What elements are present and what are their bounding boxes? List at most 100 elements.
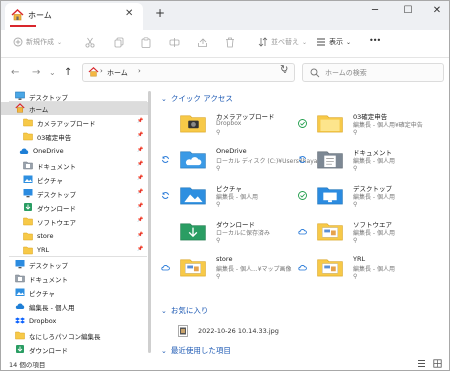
sidebar-item[interactable]: ホーム	[1, 102, 149, 115]
quick-access-item[interactable]: store 編集長 - 個人...¥マップ画像 ⚲	[161, 253, 301, 281]
sidebar-item[interactable]: OneDrive 📌	[1, 145, 149, 158]
pictures-folder-icon	[15, 288, 25, 296]
cut-icon[interactable]	[85, 37, 95, 48]
quick-access-item[interactable]: ダウンロード ローカルに保存済み ⚲	[161, 217, 301, 245]
tiles-view-icon[interactable]	[433, 359, 442, 368]
sidebar-item-label: ソフトウエア	[37, 219, 76, 227]
quick-access-item[interactable]: ソフトウエア 編集長 - 個人用 ⚲	[298, 217, 438, 245]
pin-icon: 📌	[137, 189, 144, 195]
quick-access-header[interactable]: ⌄ クイック アクセス	[161, 93, 233, 104]
quick-access-item[interactable]: ピクチャ 編集長 - 個人用 ⚲	[161, 181, 301, 209]
maximize-button[interactable]: ☐	[397, 5, 419, 16]
copy-icon[interactable]	[114, 37, 124, 48]
quick-access-location: 編集長 - 個人用	[353, 266, 395, 273]
sidebar-item[interactable]: デスクトップ	[1, 258, 149, 271]
rename-icon[interactable]	[169, 37, 180, 48]
recent-locations-chevron-icon[interactable]: ⌄	[49, 68, 56, 77]
thumb-folder-icon	[180, 259, 206, 277]
address-path[interactable]: ホーム	[107, 68, 128, 78]
sidebar-item[interactable]: ドキュメント 📌	[1, 159, 149, 172]
pin-icon: ⚲	[216, 201, 221, 208]
more-options-button[interactable]: •••	[369, 36, 381, 45]
quick-access-location: ローカルに保存済み	[216, 230, 271, 237]
quick-access-item[interactable]: ドキュメント 編集長 - 個人用 ⚲	[298, 145, 438, 173]
back-arrow-icon[interactable]: ←	[11, 67, 19, 78]
cloud-status-icon	[161, 265, 170, 271]
sidebar-item[interactable]: 03確定申告 📌	[1, 130, 149, 143]
download-folder-icon	[16, 345, 24, 353]
delete-icon[interactable]	[225, 37, 235, 48]
sidebar-item[interactable]: ソフトウエア 📌	[1, 215, 149, 228]
favorite-file-name: 2022-10-26 10.14.33.jpg	[198, 327, 279, 335]
pin-icon: ⚲	[216, 165, 221, 172]
quick-access-item[interactable]: YRL 編集長 - 個人用 ⚲	[298, 253, 438, 281]
paste-icon[interactable]	[141, 37, 151, 48]
tab-title: ホーム	[28, 11, 52, 20]
chevron-down-icon: ⌄	[302, 38, 308, 46]
pin-icon: 📌	[137, 118, 144, 124]
thumb-folder-icon	[317, 259, 343, 277]
sidebar-item-label: ドキュメント	[29, 276, 68, 284]
favorites-header[interactable]: ⌄ お気に入り	[161, 305, 208, 316]
content-pane: ⌄ クイック アクセス カメラアップロード Dropbox ⚲ 03確定申告 編集長 -…	[154, 87, 449, 355]
pin-icon: ⚲	[353, 237, 358, 244]
sidebar-item[interactable]: デスクトップ 📌	[1, 187, 149, 200]
sidebar-scrollbar[interactable]	[148, 91, 151, 353]
sidebar-item[interactable]: ピクチャ	[1, 286, 149, 299]
close-window-button[interactable]: ✕	[426, 5, 448, 16]
cloud-status-icon	[298, 265, 307, 271]
chevron-down-icon: ⌄	[161, 306, 167, 315]
sidebar-item-label: カメラアップロード	[37, 120, 96, 128]
address-bar[interactable]: › ホーム › ⌄	[82, 63, 295, 82]
share-icon[interactable]	[197, 37, 208, 48]
search-box[interactable]: ホームの検索	[302, 63, 444, 82]
chevron-down-icon: ⌄	[346, 38, 352, 46]
view-button[interactable]: 表示 ⌄	[316, 37, 351, 47]
breadcrumb-separator-icon[interactable]: ›	[138, 67, 141, 75]
desktop-folder-icon	[23, 189, 33, 198]
pictures-folder-icon	[23, 175, 33, 183]
new-button-label: 新規作成	[26, 38, 54, 46]
document-folder-icon	[15, 274, 25, 283]
home-icon	[15, 103, 25, 113]
sync-status-icon	[162, 156, 169, 163]
pin-icon: ⚲	[353, 273, 358, 280]
pin-icon: ⚲	[216, 273, 221, 280]
close-tab-icon[interactable]: ✕	[125, 8, 133, 19]
cloud-icon	[15, 303, 25, 309]
sidebar-item[interactable]: 編集長 - 個人用	[1, 300, 149, 313]
sync-status-icon	[299, 156, 306, 163]
new-tab-button[interactable]: +	[155, 6, 165, 20]
new-button[interactable]: 新規作成 ⌄	[13, 37, 62, 47]
sidebar-item-label: YRL	[37, 246, 50, 254]
quick-access-item[interactable]: 03確定申告 編集長 - 個人用¥確定申告 ⚲	[298, 109, 438, 137]
search-icon	[310, 68, 320, 78]
folder-icon	[23, 217, 33, 226]
search-placeholder: ホームの検索	[325, 69, 367, 77]
quick-access-location: 編集長 - 個人用	[353, 194, 395, 201]
quick-access-item[interactable]: デスクトップ 編集長 - 個人用 ⚲	[298, 181, 438, 209]
minimize-button[interactable]: ─	[364, 5, 386, 16]
quick-access-item[interactable]: OneDrive ローカル ディスク (C:)¥Users¥hayas ⚲	[161, 145, 321, 173]
quick-access-title: クイック アクセス	[170, 94, 233, 103]
sidebar-item[interactable]: Dropbox	[1, 315, 149, 328]
sidebar-item[interactable]: store 📌	[1, 230, 149, 243]
details-view-icon[interactable]	[417, 359, 426, 368]
sidebar-item[interactable]: カメラアップロード 📌	[1, 116, 149, 129]
sidebar-item[interactable]: ドキュメント	[1, 272, 149, 285]
tab-home[interactable]: ホーム ✕	[5, 3, 143, 30]
up-arrow-icon[interactable]: ↑	[64, 67, 72, 78]
sidebar-item[interactable]: ピクチャ 📌	[1, 173, 149, 186]
view-icon	[317, 38, 325, 46]
refresh-icon[interactable]: ↻	[280, 64, 288, 75]
sort-button[interactable]: 並べ替え ⌄	[258, 37, 307, 47]
quick-access-name: OneDrive	[216, 147, 247, 155]
quick-access-item[interactable]: カメラアップロード Dropbox ⚲	[161, 109, 301, 137]
documents-folder-icon	[317, 151, 343, 169]
forward-arrow-icon[interactable]: →	[32, 67, 40, 78]
sidebar-item-label: ダウンロード	[37, 205, 76, 213]
cloud-status-icon	[298, 229, 307, 235]
sidebar-item[interactable]: なにしろパソコン編集長	[1, 329, 149, 342]
favorite-file-row[interactable]: 2022-10-26 10.14.33.jpg	[178, 325, 398, 337]
sidebar-item[interactable]: ダウンロード 📌	[1, 201, 149, 214]
